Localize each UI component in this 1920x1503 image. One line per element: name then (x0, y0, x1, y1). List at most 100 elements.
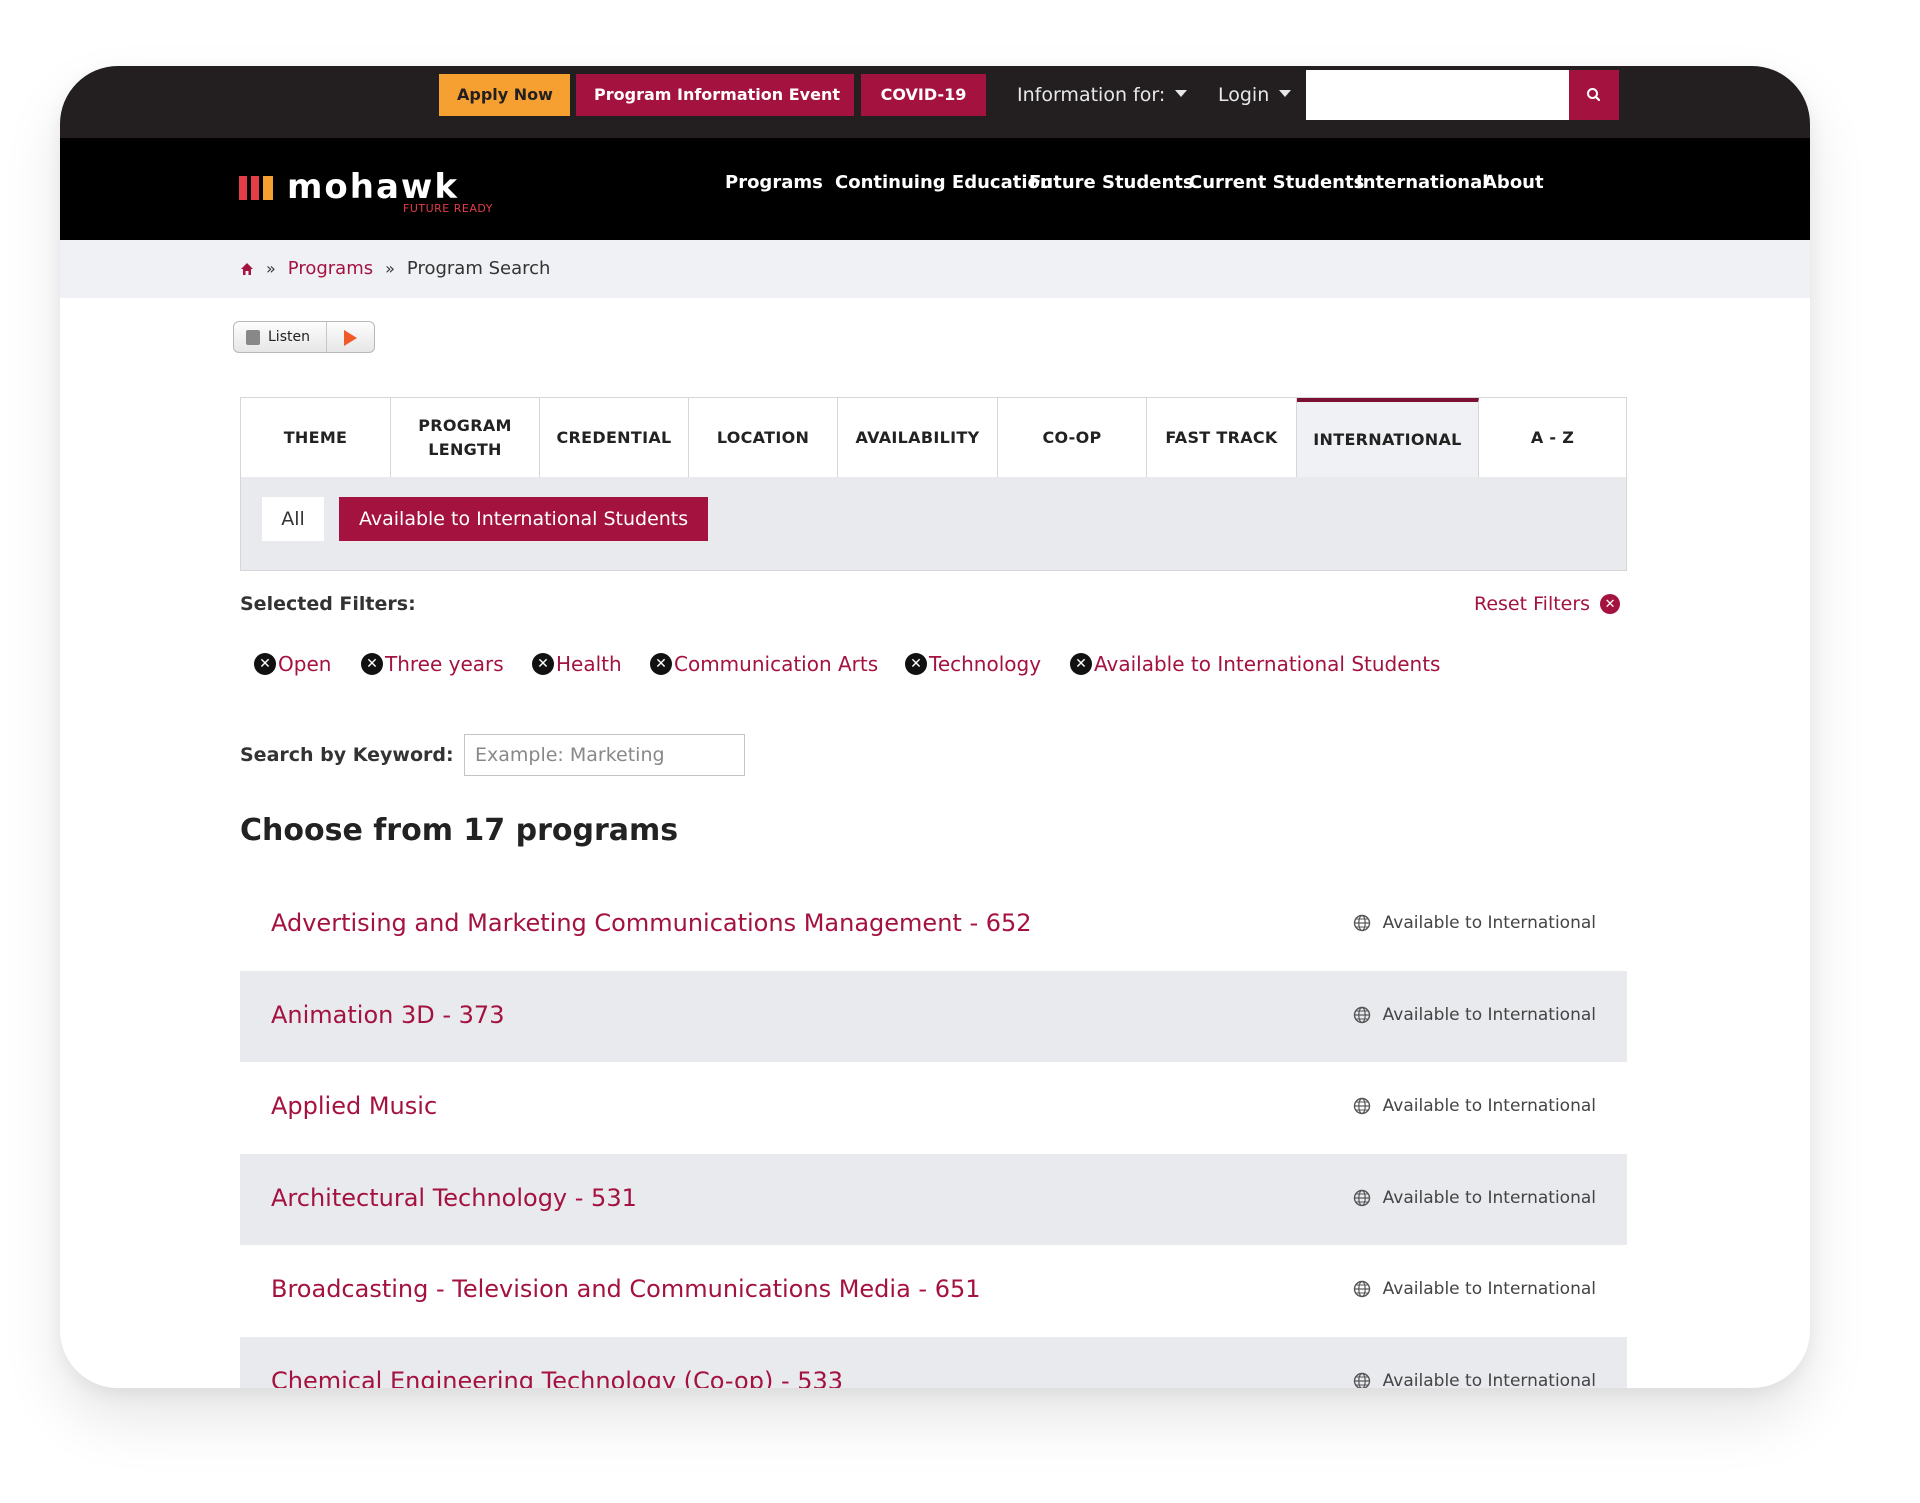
program-link[interactable]: Animation 3D - 373 (271, 1001, 504, 1029)
filter-chip-label: Communication Arts (674, 652, 879, 676)
reset-filters-link[interactable]: Reset Filters ✕ (1474, 593, 1621, 615)
breadcrumb-current: Program Search (406, 258, 551, 279)
keyword-search-input[interactable] (464, 734, 745, 776)
international-badge-label: Available to International (1382, 1279, 1596, 1299)
covid-button[interactable]: COVID-19 (861, 74, 986, 116)
remove-filter-icon[interactable]: ✕ (650, 653, 672, 675)
international-badge-label: Available to International (1382, 913, 1596, 933)
globe-icon (1353, 914, 1370, 932)
search-icon (1587, 88, 1601, 102)
globe-icon (1353, 1189, 1370, 1206)
breadcrumb: » Programs » Program Search (240, 258, 550, 279)
site-search-button[interactable] (1569, 70, 1619, 120)
filter-chip-label: Technology (929, 652, 1042, 676)
mohawk-logo[interactable]: mohawk FUTURE READY (239, 164, 499, 226)
globe-icon (1353, 1006, 1370, 1023)
logo-tagline: FUTURE READY (403, 202, 493, 215)
filter-option-all[interactable]: All (262, 497, 324, 541)
home-icon[interactable] (240, 262, 254, 276)
browser-frame: Apply Now Program Information Event COVI… (60, 66, 1810, 1388)
nav-about[interactable]: About (1483, 172, 1544, 193)
apply-now-button[interactable]: Apply Now (439, 74, 570, 116)
nav-international[interactable]: International (1356, 172, 1488, 193)
international-badge-label: Available to International (1382, 1004, 1596, 1025)
close-circle-icon: ✕ (1600, 594, 1621, 614)
login-dropdown[interactable]: Login (1218, 74, 1292, 116)
tab-co-op[interactable]: CO-OP (998, 398, 1147, 477)
tab-a-z[interactable]: A - Z (1479, 398, 1626, 477)
program-info-event-button[interactable]: Program Information Event (576, 74, 854, 116)
nav-current-students[interactable]: Current Students (1189, 172, 1364, 193)
logo-wordmark: mohawk (287, 167, 459, 207)
login-label: Login (1218, 84, 1270, 106)
globe-icon (1353, 1372, 1370, 1388)
tab-program-length[interactable]: PROGRAM LENGTH (391, 398, 540, 477)
program-row: Chemical Engineering Technology (Co-op) … (240, 1336, 1627, 1389)
keyword-search-label: Search by Keyword: (240, 744, 454, 766)
international-tab-panel: All Available to International Students (240, 477, 1627, 571)
tab-location[interactable]: LOCATION (689, 398, 838, 477)
breadcrumb-separator: » (266, 259, 276, 278)
filter-chip[interactable]: ✕ Open (254, 652, 331, 676)
international-badge-label: Available to International (1382, 1370, 1596, 1389)
filter-chip-label: Open (278, 652, 332, 676)
program-link[interactable]: Broadcasting - Television and Communicat… (271, 1275, 981, 1303)
site-search-input[interactable] (1306, 70, 1569, 120)
logo-bar (263, 176, 273, 200)
international-badge: Available to International (1353, 1096, 1596, 1116)
tab-availability[interactable]: AVAILABILITY (838, 398, 998, 477)
caret-down-icon (1279, 90, 1292, 97)
selected-filters-heading: Selected Filters: (240, 593, 416, 615)
program-row: Architectural Technology - 531 Available… (240, 1153, 1627, 1245)
program-link[interactable]: Advertising and Marketing Communications… (271, 909, 1032, 937)
globe-icon (1353, 1097, 1370, 1115)
logo-bar (251, 176, 259, 200)
remove-filter-icon[interactable]: ✕ (532, 653, 554, 675)
information-for-label: Information for: (1017, 84, 1166, 106)
filter-chip[interactable]: ✕ Available to International Students (1070, 652, 1440, 676)
nav-future-students[interactable]: Future Students (1029, 172, 1194, 193)
international-badge-label: Available to International (1382, 1096, 1596, 1116)
filter-chip-label: Three years (385, 652, 504, 676)
filter-chip[interactable]: ✕ Communication Arts (650, 652, 878, 676)
international-badge-label: Available to International (1382, 1187, 1596, 1208)
remove-filter-icon[interactable]: ✕ (254, 653, 276, 675)
tab-theme[interactable]: THEME (241, 398, 391, 477)
tab-credential[interactable]: CREDENTIAL (540, 398, 689, 477)
filter-chip[interactable]: ✕ Three years (361, 652, 504, 676)
listen-label: Listen (268, 329, 310, 345)
filter-chip[interactable]: ✕ Health (532, 652, 622, 676)
breadcrumb-programs-link[interactable]: Programs (288, 258, 373, 279)
remove-filter-icon[interactable]: ✕ (905, 653, 927, 675)
reset-filters-label: Reset Filters (1474, 593, 1591, 615)
program-link[interactable]: Architectural Technology - 531 (271, 1184, 637, 1212)
listen-divider (326, 322, 327, 352)
nav-programs[interactable]: Programs (725, 172, 823, 193)
program-link[interactable]: Applied Music (271, 1092, 437, 1120)
international-badge: Available to International (1353, 1279, 1596, 1299)
program-link[interactable]: Chemical Engineering Technology (Co-op) … (271, 1367, 843, 1389)
filter-chip[interactable]: ✕ Technology (905, 652, 1041, 676)
international-badge: Available to International (1353, 1188, 1596, 1208)
program-list: Advertising and Marketing Communications… (240, 879, 1627, 1388)
tab-fast-track[interactable]: FAST TRACK (1147, 398, 1297, 477)
international-badge: Available to International (1353, 1005, 1596, 1025)
tab-international[interactable]: INTERNATIONAL (1297, 398, 1479, 477)
international-badge: Available to International (1353, 913, 1596, 933)
breadcrumb-bar: » Programs » Program Search (60, 240, 1810, 298)
program-row: Broadcasting - Television and Communicat… (240, 1245, 1627, 1337)
filter-tabs: THEME PROGRAM LENGTH CREDENTIAL LOCATION… (240, 397, 1627, 478)
remove-filter-icon[interactable]: ✕ (361, 653, 383, 675)
remove-filter-icon[interactable]: ✕ (1070, 653, 1092, 675)
globe-icon (1353, 1280, 1370, 1298)
listen-button[interactable]: Listen (233, 321, 375, 353)
filter-chip-label: Health (556, 652, 622, 676)
program-row: Advertising and Marketing Communications… (240, 879, 1627, 971)
nav-continuing-education[interactable]: Continuing Education (835, 172, 1053, 193)
play-icon[interactable] (344, 330, 357, 346)
information-for-dropdown[interactable]: Information for: (1017, 74, 1188, 116)
filter-option-international[interactable]: Available to International Students (339, 497, 709, 541)
program-row: Applied Music Available to International (240, 1062, 1627, 1154)
international-badge: Available to International (1353, 1370, 1596, 1389)
logo-bar (239, 176, 247, 200)
